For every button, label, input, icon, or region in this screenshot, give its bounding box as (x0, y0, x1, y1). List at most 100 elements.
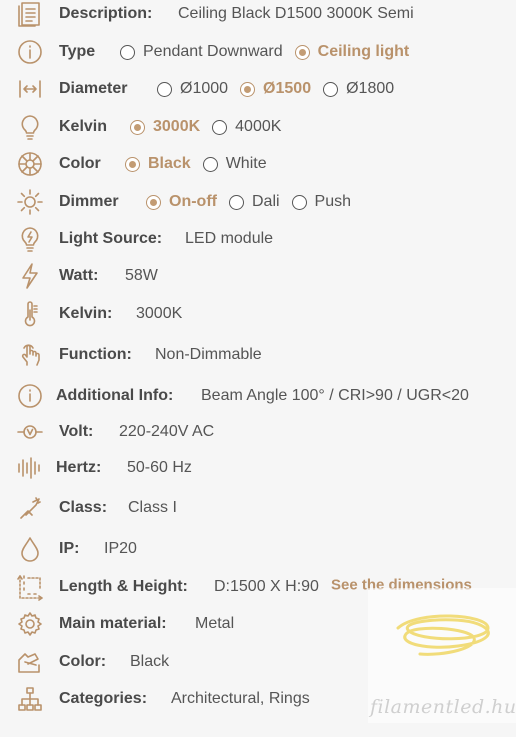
description-label: Description: (59, 5, 153, 22)
additional-info-row: Additional Info: Beam Angle 100° / CRI>9… (0, 379, 516, 413)
option-label: Pendant Downward (143, 43, 283, 60)
class-icon (14, 492, 46, 524)
kelvin-row: Kelvin: 3000K (0, 297, 516, 331)
dimmer-option-push[interactable]: Push (291, 193, 352, 211)
radio-button[interactable] (228, 194, 244, 210)
radio-button[interactable] (157, 81, 172, 97)
main-material-row: Main material: Metal (0, 607, 516, 641)
categories-row: Categories: Architectural, Rings (0, 682, 516, 716)
option-label: Ø1800 (346, 80, 395, 97)
watt-row: Watt: 58W (0, 259, 516, 293)
dimmer-options: On-off Dali Push (146, 193, 363, 211)
watt-value: 58W (125, 267, 158, 284)
palette-icon (14, 646, 46, 678)
ip-value: IP20 (104, 540, 137, 557)
document-icon (14, 0, 46, 30)
radio-button[interactable] (130, 119, 145, 135)
sitemap-icon (14, 683, 46, 715)
radio-button[interactable] (323, 81, 339, 97)
description-value: Ceiling Black D1500 3000K Semi (178, 5, 414, 22)
ip-row: IP: IP20 (0, 532, 516, 566)
color-label: Color: (59, 653, 107, 670)
light-source-row: Light Source: LED module (0, 222, 516, 256)
main-material-label: Main material: (59, 615, 167, 632)
ip-label: IP: (59, 540, 80, 557)
description-row: Description: Ceiling Black D1500 3000K S… (0, 0, 516, 31)
kelvin-options: 3000K 4000K (130, 118, 293, 136)
diameter-option-1500[interactable]: Ø1500 (240, 80, 311, 98)
categories-label: Categories: (59, 690, 148, 707)
option-label: Push (314, 193, 352, 210)
option-label: Black (148, 155, 191, 172)
class-value: Class I (128, 499, 177, 516)
dimensions-icon (14, 571, 46, 603)
color-value: Black (130, 653, 170, 670)
volt-row: Volt: 220-240V AC (0, 415, 516, 449)
type-option-pendant[interactable]: Pendant Downward (120, 43, 283, 61)
watt-label: Watt: (59, 267, 99, 284)
dimmer-option-onoff[interactable]: On-off (146, 193, 217, 211)
radio-button[interactable] (294, 44, 310, 60)
hertz-label: Hertz: (56, 459, 102, 476)
color-choice-label: Color (59, 155, 101, 172)
additional-info-value: Beam Angle 100° / CRI>90 / UGR<20 (201, 387, 469, 404)
option-label: Ceiling light (317, 43, 410, 60)
function-label: Function: (59, 346, 132, 363)
length-height-label: Length & Height: (59, 578, 188, 595)
type-label: Type (59, 43, 96, 60)
kelvin-label: Kelvin: (59, 305, 113, 322)
kelvin-value: 3000K (136, 305, 183, 322)
option-label: On-off (169, 193, 217, 210)
kelvin-choice-label: Kelvin (59, 118, 108, 135)
radio-button[interactable] (291, 194, 307, 210)
main-material-value: Metal (195, 615, 235, 632)
type-options: Pendant Downward Ceiling light (120, 43, 421, 61)
diameter-label: Diameter (59, 80, 128, 97)
radio-button[interactable] (212, 119, 228, 135)
kelvin-option-3000k[interactable]: 3000K (130, 118, 200, 136)
dimmer-option-dali[interactable]: Dali (228, 193, 280, 211)
option-label: 4000K (235, 118, 282, 135)
color-choice-row: Color Black White (0, 147, 516, 181)
radio-button[interactable] (202, 156, 218, 172)
radio-button[interactable] (120, 44, 135, 60)
hertz-icon (14, 452, 46, 484)
option-label: Ø1500 (263, 80, 312, 97)
radio-button[interactable] (146, 194, 161, 210)
categories-value: Architectural, Rings (171, 690, 310, 707)
bulb-icon (14, 111, 46, 143)
touch-icon (14, 339, 46, 371)
type-row: Type Pendant Downward Ceiling light (0, 35, 516, 69)
type-option-ceiling[interactable]: Ceiling light (294, 43, 410, 61)
radio-button[interactable] (125, 156, 140, 172)
function-value: Non-Dimmable (155, 346, 262, 363)
info-icon (14, 36, 46, 68)
option-label: White (225, 155, 267, 172)
volt-icon (14, 416, 46, 448)
diameter-row: Diameter Ø1000 Ø1500 Ø1800 (0, 72, 516, 106)
color-option-white[interactable]: White (202, 155, 267, 173)
diameter-option-1000[interactable]: Ø1000 (157, 80, 228, 98)
radio-button[interactable] (240, 81, 256, 97)
gear-icon (14, 608, 46, 640)
option-label: 3000K (153, 118, 201, 135)
option-label: Ø1000 (180, 80, 229, 97)
volt-value: 220-240V AC (119, 423, 215, 440)
color-option-black[interactable]: Black (125, 155, 191, 173)
light-source-value: LED module (185, 230, 274, 247)
kelvin-choice-row: Kelvin 3000K 4000K (0, 110, 516, 144)
function-row: Function: Non-Dimmable (0, 338, 516, 372)
diameter-icon (14, 73, 46, 105)
additional-info-label: Additional Info: (56, 387, 174, 404)
dimmer-label: Dimmer (59, 193, 119, 210)
diameter-option-1800[interactable]: Ø1800 (323, 80, 394, 98)
color-wheel-icon (14, 148, 46, 180)
hertz-value: 50-60 Hz (127, 459, 192, 476)
info-circle-icon (14, 380, 46, 412)
dimmer-row: Dimmer On-off Dali Push (0, 185, 516, 219)
class-label: Class: (59, 499, 108, 516)
length-height-value: D:1500 X H:90 (214, 578, 319, 595)
sun-icon (14, 186, 46, 218)
volt-label: Volt: (59, 423, 94, 440)
kelvin-option-4000k[interactable]: 4000K (212, 118, 281, 136)
